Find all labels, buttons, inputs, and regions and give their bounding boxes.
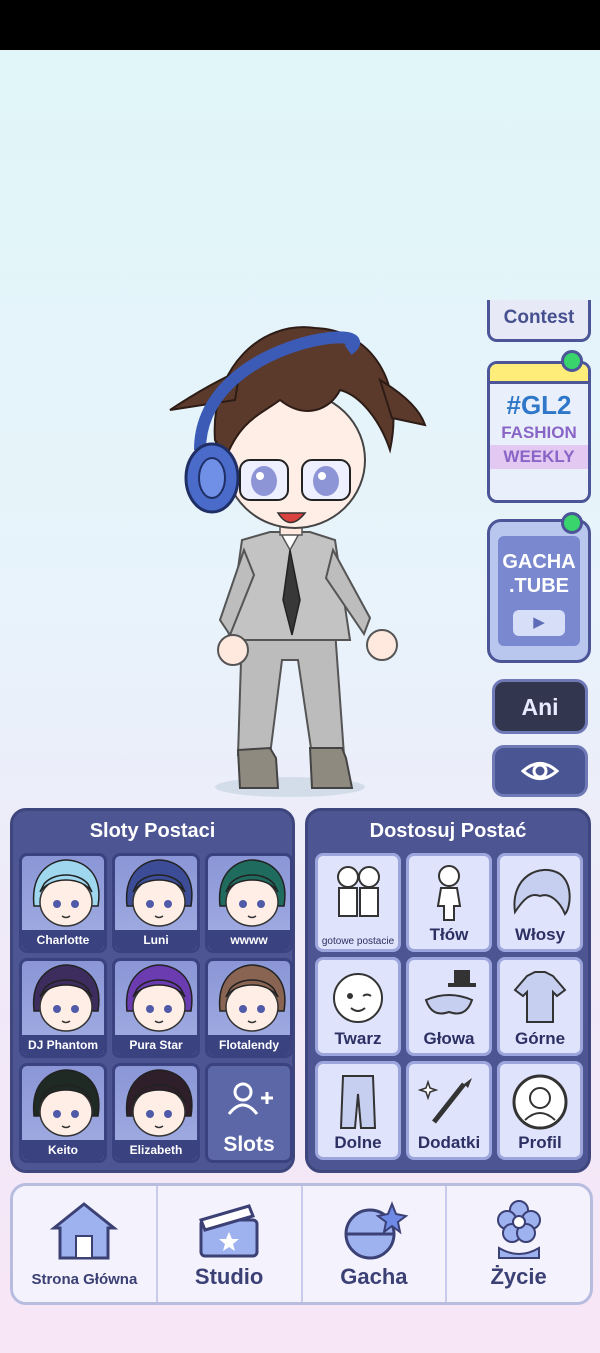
slot-item[interactable]: DJ Phantom (19, 958, 107, 1058)
slot-item[interactable]: Keito (19, 1063, 107, 1163)
slot-name: Luni (115, 930, 197, 950)
hair-icon (513, 868, 571, 916)
face-button[interactable]: Twarz (315, 957, 401, 1056)
nav-home-label: Strona Główna (31, 1271, 138, 1288)
bottom-clothes-label: Dolne (334, 1133, 382, 1152)
contest-label: Contest (503, 307, 575, 328)
body-button[interactable]: Tłów (406, 853, 492, 952)
slots-grid: Charlotte Luni wwww DJ Phantom Pura Star… (19, 853, 293, 1163)
slot-name: wwww (208, 930, 290, 950)
slot-name: Flotalendy (208, 1035, 290, 1055)
profile-label: Profil (518, 1133, 562, 1152)
accessories-label: Dodatki (417, 1133, 481, 1152)
avatar-icon (32, 964, 100, 1032)
hair-button[interactable]: Włosy (497, 853, 583, 952)
mask-hat-icon (424, 970, 476, 1015)
slot-item[interactable]: wwww (205, 853, 293, 953)
gl2-line1: FASHION (501, 423, 577, 442)
nav-gacha-label: Gacha (340, 1264, 408, 1289)
face-label: Twarz (334, 1029, 382, 1048)
shirt-icon (513, 971, 567, 1023)
toggle-visibility-button[interactable] (492, 745, 588, 797)
avatar-icon (32, 1069, 100, 1137)
avatar-icon (218, 859, 286, 927)
gacha-tube-button[interactable]: GACHA .TUBE ▶ (487, 519, 591, 663)
eye-icon (520, 762, 560, 780)
slot-name: Charlotte (22, 930, 104, 950)
tube-screen: GACHA .TUBE ▶ (498, 536, 580, 646)
status-bar (0, 0, 600, 50)
animation-button[interactable]: Ani (492, 679, 588, 734)
nav-studio[interactable]: Studio (158, 1186, 303, 1302)
clapperboard-icon (199, 1204, 259, 1258)
hair-label: Włosy (514, 925, 566, 944)
play-icon: ▶ (513, 610, 565, 636)
avatar-icon (125, 859, 193, 927)
slot-name: DJ Phantom (22, 1035, 104, 1055)
tube-line2: .TUBE (509, 575, 569, 597)
slot-item[interactable]: Elizabeth (112, 1063, 200, 1163)
tube-line1: GACHA (502, 551, 576, 573)
gl2-line2: WEEKLY (490, 445, 588, 469)
ani-label: Ani (521, 694, 559, 720)
head-label: Głowa (423, 1029, 475, 1048)
slot-name: Keito (22, 1140, 104, 1160)
add-slots-button[interactable]: Slots (205, 1063, 293, 1163)
customize-title: Dostosuj Postać (369, 820, 527, 842)
avatar-icon (125, 964, 193, 1032)
bottom-nav: Strona Główna Studio Gacha Życie (10, 1183, 593, 1305)
pants-icon (339, 1075, 377, 1129)
gacha-ball-icon (344, 1201, 409, 1260)
nav-home[interactable]: Strona Główna (13, 1186, 158, 1302)
character-preview[interactable] (130, 300, 450, 800)
add-user-icon (227, 1082, 273, 1115)
slot-item[interactable]: Flotalendy (205, 958, 293, 1058)
gl2-title: #GL2 (506, 390, 572, 420)
slot-name: Elizabeth (115, 1140, 197, 1160)
character-slots-panel: Sloty Postaci Charlotte Luni wwww DJ Pha… (10, 808, 295, 1173)
top-clothes-label: Górne (514, 1029, 566, 1048)
slot-item[interactable]: Pura Star (112, 958, 200, 1058)
accessories-button[interactable]: Dodatki (406, 1061, 492, 1160)
nav-gacha[interactable]: Gacha (303, 1186, 448, 1302)
avatar-icon (125, 1069, 193, 1137)
flower-icon (496, 1200, 541, 1259)
presets-button[interactable]: gotowe postacie (315, 853, 401, 952)
customize-grid: gotowe postacie Tłów Włosy Twarz Głowa G… (315, 853, 583, 1160)
add-slots-label: Slots (223, 1133, 275, 1156)
presets-icon (337, 866, 380, 917)
wand-icon (417, 1078, 472, 1124)
slot-item[interactable]: Charlotte (19, 853, 107, 953)
face-icon (333, 973, 383, 1023)
notification-dot-icon (561, 350, 583, 372)
head-button[interactable]: Głowa (406, 957, 492, 1056)
customize-panel: Dostosuj Postać gotowe postacie Tłów Wło… (305, 808, 591, 1173)
contest-button[interactable]: Contest (487, 300, 591, 342)
nav-life[interactable]: Życie (447, 1186, 590, 1302)
profile-button[interactable]: Profil (497, 1061, 583, 1160)
avatar-icon (32, 859, 100, 927)
bottom-clothes-button[interactable]: Dolne (315, 1061, 401, 1160)
nav-life-label: Życie (490, 1264, 547, 1289)
top-clothes-button[interactable]: Górne (497, 957, 583, 1056)
slot-name: Pura Star (115, 1035, 197, 1055)
house-icon (50, 1202, 119, 1260)
body-icon (436, 865, 462, 921)
avatar-icon (218, 964, 286, 1032)
slot-item[interactable]: Luni (112, 853, 200, 953)
slots-title: Sloty Postaci (89, 820, 216, 842)
notification-dot-icon (561, 512, 583, 534)
fashion-weekly-button[interactable]: #GL2 FASHION WEEKLY (487, 361, 591, 503)
presets-label: gotowe postacie (321, 936, 395, 947)
body-label: Tłów (429, 925, 469, 944)
profile-icon (512, 1074, 568, 1130)
nav-studio-label: Studio (194, 1264, 264, 1289)
